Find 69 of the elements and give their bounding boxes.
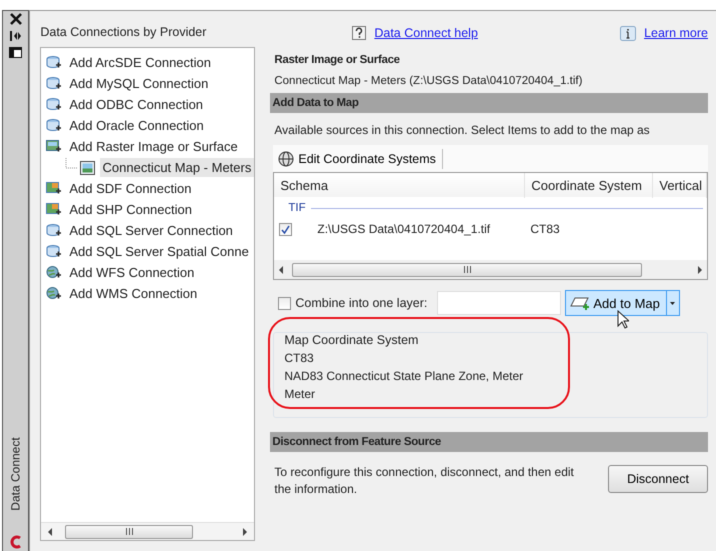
combine-checkbox[interactable]: Combine into one layer:: [278, 296, 428, 310]
add-layer-icon: [570, 296, 590, 310]
mouse-pointer-icon: [617, 310, 630, 329]
info-text: To reconfigure this connection, disconnect, and then edit the information.: [274, 464, 574, 498]
database-icon: [45, 222, 62, 238]
vertical-tab[interactable]: Data Connect: [8, 437, 23, 511]
section-heading: Raster Image or Surface: [274, 54, 401, 66]
source-detail: Connecticut Map - Meters (Z:\USGS Data\0410720404_1.tif): [274, 75, 584, 87]
tree-item[interactable]: Connecticut Map - Meters: [100, 158, 254, 177]
table-cell-text: Z:\USGS Data\0410720404_1.tif: [316, 222, 492, 236]
dropdown-button[interactable]: [666, 290, 680, 316]
column-header[interactable]: Coordinate System: [525, 173, 654, 198]
help-icon[interactable]: [352, 26, 366, 40]
tree-item[interactable]: Add SQL Server Connection: [66, 221, 236, 240]
logo-icon: [8, 535, 23, 549]
tree-item[interactable]: Add ArcSDE Connection: [66, 53, 214, 72]
tree-item[interactable]: Add ODBC Connection: [66, 95, 206, 114]
database-icon: [45, 244, 62, 260]
web-icon: [45, 286, 62, 302]
tree-connector-icon: [65, 158, 77, 170]
tree-item[interactable]: Add MySQL Connection: [66, 74, 212, 93]
table-cell-text: CT83: [530, 222, 561, 236]
properties-icon[interactable]: [9, 47, 22, 58]
caret-icon: [670, 302, 676, 304]
scroll-grip-icon: [124, 528, 134, 535]
info-icon[interactable]: [620, 26, 636, 40]
file-icon: [45, 180, 62, 196]
expand-icon[interactable]: [10, 31, 22, 41]
instructions-text: Available sources in this connection. Select Items to add to the map as: [274, 123, 651, 137]
tree-item[interactable]: Add SDF Connection: [66, 179, 194, 198]
scroll-grip-icon: [462, 266, 472, 273]
close-icon[interactable]: [10, 13, 22, 25]
add-to-map-button[interactable]: Add to Map: [565, 290, 667, 316]
horizontal-scrollbar[interactable]: [41, 522, 254, 540]
database-icon: [45, 76, 62, 92]
section-header: Add Data to Map: [270, 93, 708, 113]
checkbox[interactable]: [279, 222, 292, 236]
coordinate-info: Meter: [284, 387, 316, 401]
link[interactable]: Learn more: [644, 26, 708, 40]
panel-title: Data Connections by Provider: [40, 25, 208, 39]
scroll-left-icon[interactable]: [47, 528, 54, 536]
image-icon: [78, 160, 96, 176]
file-icon: [45, 202, 62, 218]
database-icon: [45, 96, 62, 112]
scroll-right-icon[interactable]: [697, 266, 703, 274]
scroll-right-icon[interactable]: [242, 528, 248, 536]
tree-item[interactable]: Add SQL Server Spatial Conne: [66, 242, 252, 261]
section-header: Disconnect from Feature Source: [270, 432, 708, 452]
raster-icon: [45, 138, 62, 154]
column-header[interactable]: Vertical: [653, 173, 707, 198]
edit-coordinate-systems-button[interactable]: Edit Coordinate Systems: [276, 148, 443, 168]
database-icon: [45, 54, 62, 70]
horizontal-scrollbar[interactable]: [274, 260, 707, 279]
database-icon: [45, 118, 62, 134]
group-label: TIF: [288, 202, 306, 214]
coordinate-info: CT83: [284, 351, 315, 365]
disconnect-button[interactable]: Disconnect: [608, 465, 708, 493]
tree-item[interactable]: Add WFS Connection: [66, 263, 198, 282]
tree-item[interactable]: Add Oracle Connection: [66, 116, 207, 135]
coordinate-info: NAD83 Connecticut State Plane Zone, Meter: [284, 369, 524, 383]
scroll-left-icon[interactable]: [278, 266, 284, 274]
web-icon: [45, 264, 62, 280]
globe-icon: [278, 150, 294, 166]
column-header[interactable]: Schema: [274, 173, 526, 198]
link[interactable]: Data Connect help: [374, 26, 478, 40]
tree-item[interactable]: Add Raster Image or Surface: [66, 137, 241, 156]
layer-name-field[interactable]: [437, 291, 562, 315]
tree-item[interactable]: Add SHP Connection: [66, 200, 195, 219]
tree-item[interactable]: Add WMS Connection: [66, 284, 200, 303]
